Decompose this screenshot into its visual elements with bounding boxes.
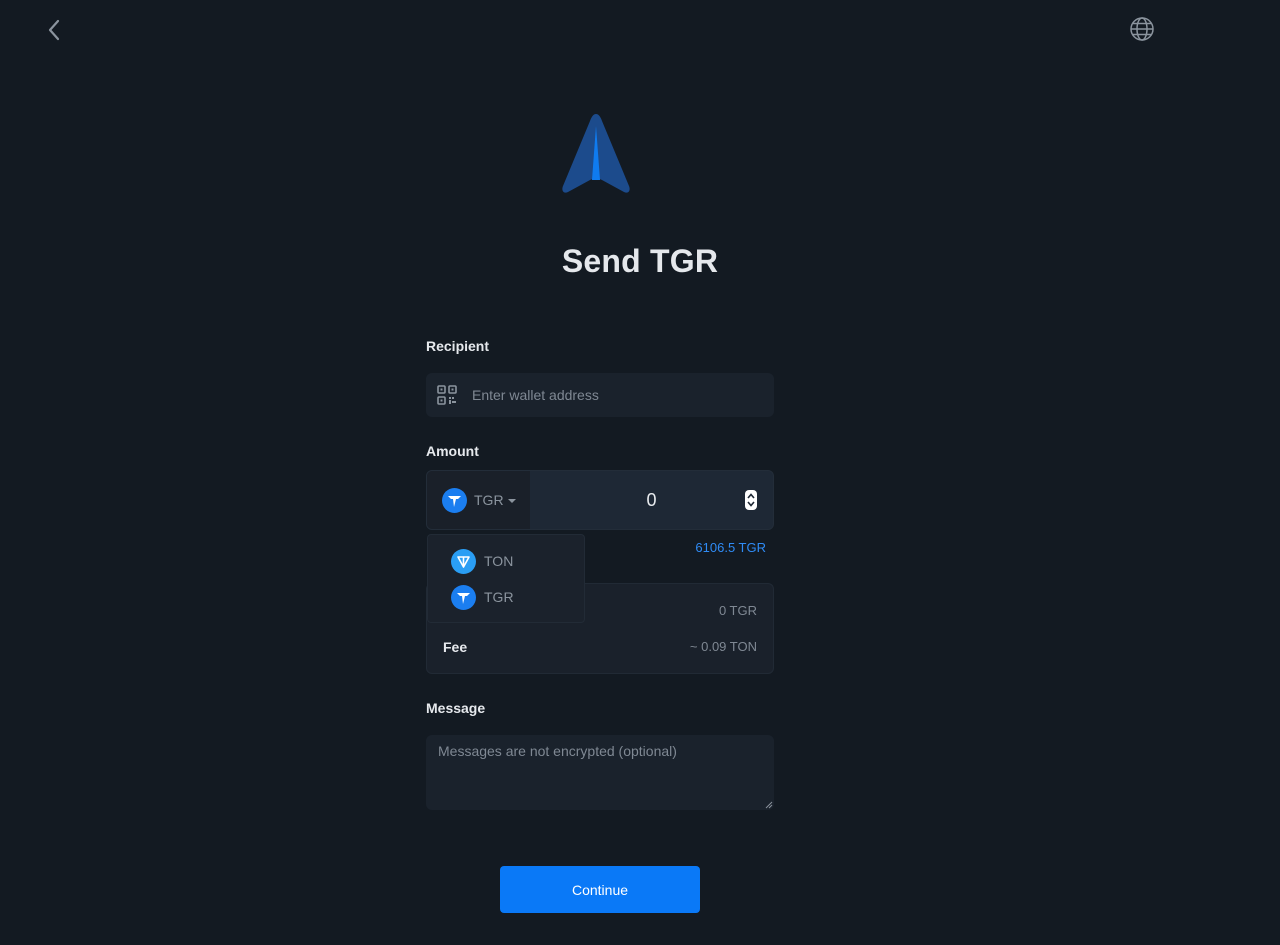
summary-fee-row: Fee ~ 0.09 TON (443, 639, 757, 655)
globe-icon (1130, 17, 1154, 41)
page-title: Send TGR (561, 243, 719, 279)
message-textarea[interactable] (426, 735, 774, 810)
qr-code-icon (437, 385, 457, 405)
language-button[interactable] (1127, 14, 1157, 44)
token-option-ton[interactable]: TON (428, 543, 584, 579)
fee-value: ~ 0.09 TON (689, 639, 757, 654)
recipient-field (426, 373, 774, 417)
token-selector[interactable]: TGR (427, 471, 530, 529)
token-dropdown-menu: TON TGR (427, 534, 585, 623)
amount-field: TGR 0 (426, 470, 774, 530)
token-option-label: TGR (484, 589, 514, 605)
amount-value: 0 (646, 489, 657, 510)
message-label: Message (426, 700, 486, 716)
continue-button[interactable]: Continue (500, 866, 700, 913)
qr-scan-button[interactable] (436, 384, 458, 406)
amount-label: Amount (426, 443, 479, 459)
fee-label: Fee (443, 639, 468, 655)
tgr-icon (451, 584, 476, 610)
recipient-label: Recipient (426, 338, 490, 354)
number-stepper-icon[interactable] (744, 489, 758, 511)
balance-max-link[interactable]: 6106.5 TGR (695, 540, 766, 555)
resize-grip-icon[interactable] (765, 801, 773, 809)
total-amount-value: 0 TGR (718, 603, 757, 618)
selected-token-label: TGR (474, 492, 504, 508)
chevron-left-icon (48, 19, 60, 41)
caret-down-icon (507, 498, 516, 503)
wallet-address-input[interactable] (470, 374, 774, 416)
ton-icon (451, 548, 476, 574)
send-arrow-logo (562, 114, 630, 193)
message-field (426, 735, 774, 810)
amount-input[interactable]: 0 (530, 471, 773, 529)
token-option-tgr[interactable]: TGR (428, 579, 584, 615)
tgr-icon (442, 487, 467, 513)
back-button[interactable] (40, 14, 68, 46)
token-option-label: TON (484, 553, 514, 569)
